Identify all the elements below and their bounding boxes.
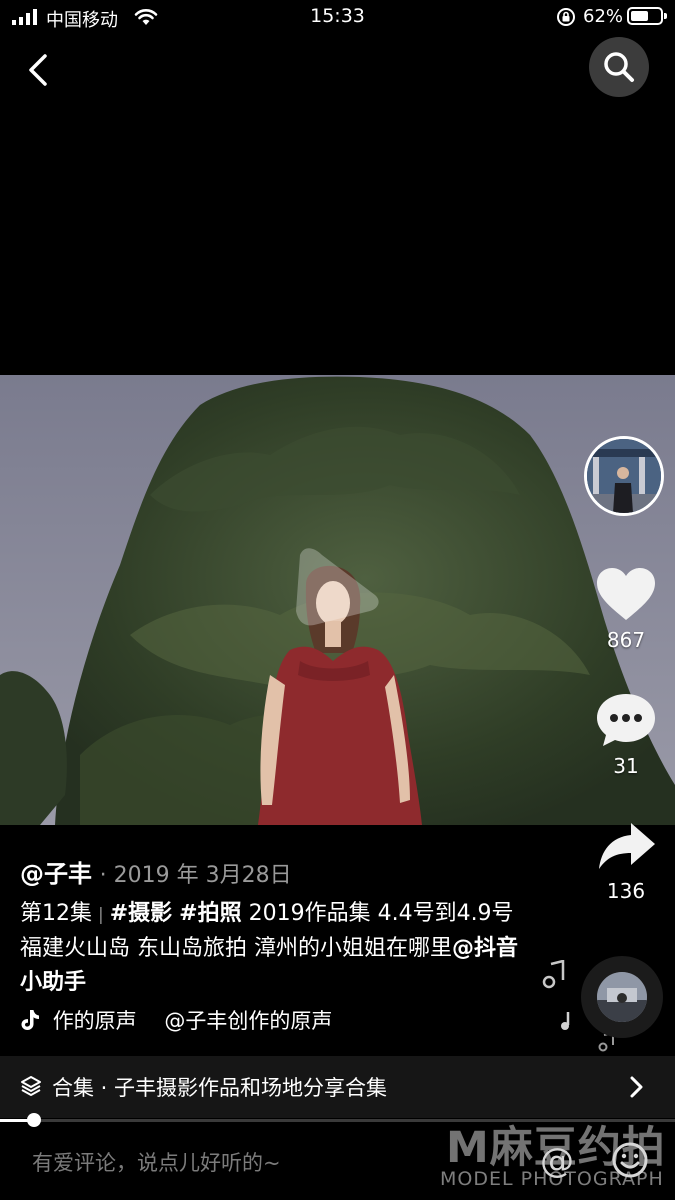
- caption-separator: |: [98, 905, 104, 925]
- heart-icon: [597, 568, 655, 620]
- author-name[interactable]: @子丰: [20, 860, 92, 888]
- share-button[interactable]: 136: [585, 817, 667, 903]
- music-note-icon: [561, 1012, 570, 1030]
- hashtag-photography[interactable]: #摄影: [110, 901, 172, 926]
- music-cover: [597, 972, 647, 1022]
- like-button[interactable]: 867: [585, 566, 667, 652]
- avatar-image: [587, 439, 661, 513]
- smiley-icon: [612, 1142, 648, 1178]
- music-ticker[interactable]: 作的原声 @子丰创作的原声: [20, 1005, 360, 1039]
- tiktok-note-icon: [21, 1010, 39, 1030]
- mention-button[interactable]: @: [540, 1141, 574, 1181]
- status-bar: 中国移动 15:33 62%: [0, 0, 675, 36]
- caption: 第12集 | #摄影 #拍照 2019作品集 4.4号到4.9号福建火山岛 东山岛旅…: [20, 897, 530, 1000]
- share-arrow-icon: [599, 823, 655, 869]
- battery-icon: [627, 7, 667, 25]
- author-line: @子丰 · 2019 年 3月28日: [20, 854, 292, 889]
- collection-label: 合集 · 子丰摄影作品和场地分享合集: [52, 1076, 388, 1100]
- rotation-lock-icon: [557, 8, 575, 26]
- episode-label: 第12集: [20, 901, 92, 926]
- progress-thumb[interactable]: [26, 1113, 41, 1127]
- comment-count: 31: [613, 754, 639, 778]
- video-player[interactable]: [0, 375, 675, 825]
- collection-bar[interactable]: 合集 · 子丰摄影作品和场地分享合集: [0, 1056, 675, 1118]
- comment-button[interactable]: 31: [585, 692, 667, 778]
- post-date: · 2019 年 3月28日: [99, 863, 292, 888]
- comment-input[interactable]: [30, 1145, 514, 1181]
- video-frame-image: [0, 375, 675, 825]
- caption-body: 2019作品集 4.4号到4.9号福建火山岛 东山岛旅拍 漳州的小姐姐在哪里: [20, 901, 514, 961]
- battery-level: [631, 11, 649, 21]
- music-disc[interactable]: [581, 956, 663, 1038]
- comment-bubble-icon: [597, 694, 655, 746]
- search-icon: [604, 52, 634, 82]
- chevron-left-icon: [29, 54, 47, 86]
- chevron-right-icon: [630, 1076, 643, 1098]
- like-count: 867: [606, 628, 646, 652]
- back-button[interactable]: [18, 48, 58, 92]
- search-button[interactable]: [589, 37, 649, 97]
- layers-icon: [21, 1076, 41, 1096]
- author-avatar[interactable]: [584, 436, 664, 516]
- share-count: 136: [606, 879, 646, 903]
- emoji-button[interactable]: [610, 1140, 650, 1184]
- battery-percent: 62%: [583, 6, 624, 27]
- hashtag-photo[interactable]: #拍照: [179, 901, 241, 926]
- music-title: 作的原声 @子丰创作的原声: [52, 1009, 333, 1033]
- music-note-icon: [542, 960, 565, 989]
